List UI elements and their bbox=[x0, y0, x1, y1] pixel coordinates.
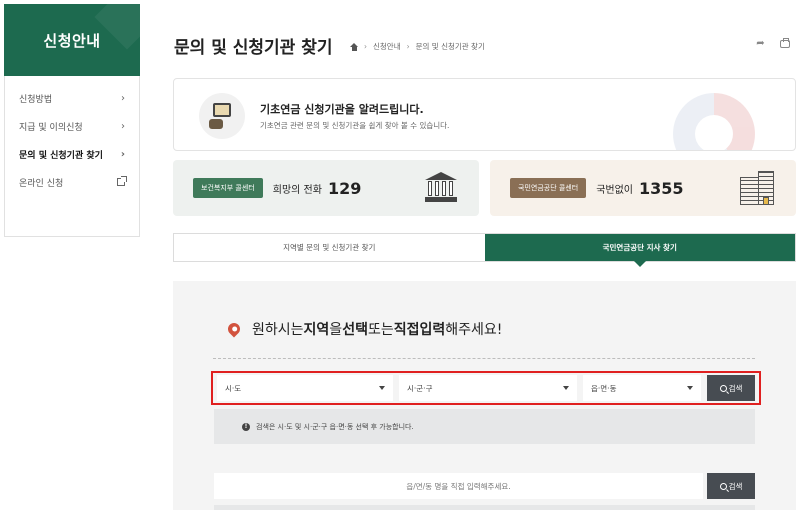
chevron-right-icon: › bbox=[120, 148, 125, 160]
callcenter-number: 129 bbox=[327, 178, 362, 198]
sidebar-item-inquiry-find[interactable]: 문의 및 신청기관 찾기 › bbox=[5, 140, 139, 168]
signpost-hand-icon bbox=[199, 93, 245, 139]
direct-search-row: 검색 bbox=[214, 473, 755, 499]
info-subtitle: 기초연금 관련 문의 및 신청기관을 쉽게 찾아 볼 수 있습니다. bbox=[260, 121, 450, 130]
sido-select[interactable]: 시·도 bbox=[217, 375, 393, 401]
notice-text: 검색은 시·도 및 시·군·구 읍·면·동 선택 후 가능합니다. bbox=[256, 422, 414, 431]
select-value: 시·군·구 bbox=[407, 383, 433, 393]
callcenter-badge: 보건복지부 콜센터 bbox=[193, 178, 263, 198]
info-banner: 기초연금 신청기관을 알려드립니다. 기초연금 관련 문의 및 신청기관을 쉽게… bbox=[173, 78, 796, 151]
mohw-callcenter-card: 보건복지부 콜센터 희망의 전화 129 bbox=[173, 160, 479, 216]
direct-search-button[interactable]: 검색 bbox=[707, 473, 755, 499]
tab-nps-branch-search[interactable]: 국민연금공단 지사 찾기 bbox=[484, 234, 795, 267]
sidebar-item-payment-appeal[interactable]: 지급 및 이의신청 › bbox=[5, 112, 139, 140]
search-button-label: 검색 bbox=[728, 383, 743, 393]
print-icon[interactable] bbox=[780, 38, 790, 48]
search-icon bbox=[719, 482, 727, 490]
heading-text: 또는 bbox=[367, 322, 394, 338]
home-icon[interactable] bbox=[350, 42, 358, 51]
breadcrumb-separator: › bbox=[364, 42, 367, 51]
callcenter-badge: 국민연금공단 콜센터 bbox=[510, 178, 587, 198]
eupmyeondong-select[interactable]: 읍·면·동 bbox=[583, 375, 701, 401]
bank-building-icon bbox=[425, 172, 457, 202]
callcenter-label: 희망의 전화 bbox=[272, 184, 322, 196]
heading-highlight: 직접입력 bbox=[393, 322, 446, 338]
select-value: 시·도 bbox=[225, 383, 242, 393]
sidebar-item-label: 지급 및 이의신청 bbox=[19, 122, 83, 133]
caret-down-icon bbox=[563, 386, 569, 390]
callcenter-label: 국번없이 bbox=[596, 184, 633, 196]
sidebar-item-online-apply[interactable]: 온라인 신청 bbox=[5, 168, 139, 196]
heading-highlight: 선택 bbox=[342, 322, 368, 338]
sidebar-title-text: 신청안내 bbox=[43, 31, 101, 50]
sidebar-item-label: 온라인 신청 bbox=[19, 178, 64, 189]
region-search-button[interactable]: 검색 bbox=[707, 375, 755, 401]
decorative-emblem bbox=[673, 93, 755, 150]
search-button-label: 검색 bbox=[728, 481, 743, 491]
result-area bbox=[214, 505, 755, 510]
sidebar-item-apply-method[interactable]: 신청방법 › bbox=[5, 84, 139, 112]
search-panel: 원하시는 지역 을 선택 또는 직접입력 해주세요! 시·도 시·군·구 읍·면·동… bbox=[173, 281, 796, 510]
sidebar-menu: 신청방법 › 지급 및 이의신청 › 문의 및 신청기관 찾기 › 온라인 신청 bbox=[4, 76, 140, 237]
breadcrumb-item-current: 문의 및 신청기관 찾기 bbox=[415, 42, 485, 51]
share-icon[interactable]: ➦ bbox=[755, 38, 766, 49]
external-link-icon bbox=[117, 176, 127, 186]
heading-text: 해주세요! bbox=[445, 322, 503, 338]
callcenter-number: 1355 bbox=[639, 178, 684, 198]
search-icon bbox=[719, 384, 727, 392]
direct-search-input[interactable] bbox=[214, 473, 703, 499]
nps-callcenter-card: 국민연금공단 콜센터 국번없이 1355 bbox=[490, 160, 796, 216]
tab-regional-search[interactable]: 지역별 문의 및 신청기관 찾기 bbox=[174, 234, 485, 261]
caret-down-icon bbox=[379, 386, 385, 390]
sidebar-title: 신청안내 bbox=[4, 4, 140, 76]
tab-bar: 지역별 문의 및 신청기관 찾기 국민연금공단 지사 찾기 bbox=[173, 233, 796, 267]
caret-down-icon bbox=[687, 386, 693, 390]
breadcrumb-item[interactable]: 신청안내 bbox=[373, 41, 401, 52]
region-select-row: 시·도 시·군·구 읍·면·동 검색 bbox=[211, 371, 761, 405]
heading-text: 원하시는 bbox=[252, 322, 304, 338]
chevron-right-icon: › bbox=[121, 120, 125, 132]
office-building-icon bbox=[740, 171, 776, 205]
sigungu-select[interactable]: 시·군·구 bbox=[399, 375, 577, 401]
search-heading: 원하시는 지역 을 선택 또는 직접입력 해주세요! bbox=[225, 319, 503, 339]
header-actions: ➦ bbox=[755, 38, 790, 49]
search-notice: ! 검색은 시·도 및 시·군·구 읍·면·동 선택 후 가능합니다. bbox=[214, 409, 755, 444]
select-value: 읍·면·동 bbox=[591, 383, 617, 393]
sidebar-item-label: 문의 및 신청기관 찾기 bbox=[19, 150, 103, 161]
dashed-divider bbox=[213, 358, 755, 359]
info-title: 기초연금 신청기관을 알려드립니다. bbox=[260, 103, 424, 116]
info-icon: ! bbox=[242, 422, 250, 431]
sidebar-item-label: 신청방법 bbox=[19, 94, 53, 105]
breadcrumb: › 신청안내 › 문의 및 신청기관 찾기 bbox=[350, 41, 485, 52]
heading-highlight: 지역 bbox=[303, 322, 330, 338]
chevron-right-icon: › bbox=[121, 92, 125, 104]
page-title: 문의 및 신청기관 찾기 bbox=[174, 38, 333, 58]
heading-text: 을 bbox=[329, 322, 343, 338]
location-pin-icon bbox=[225, 320, 243, 338]
breadcrumb-separator: › bbox=[406, 42, 410, 51]
